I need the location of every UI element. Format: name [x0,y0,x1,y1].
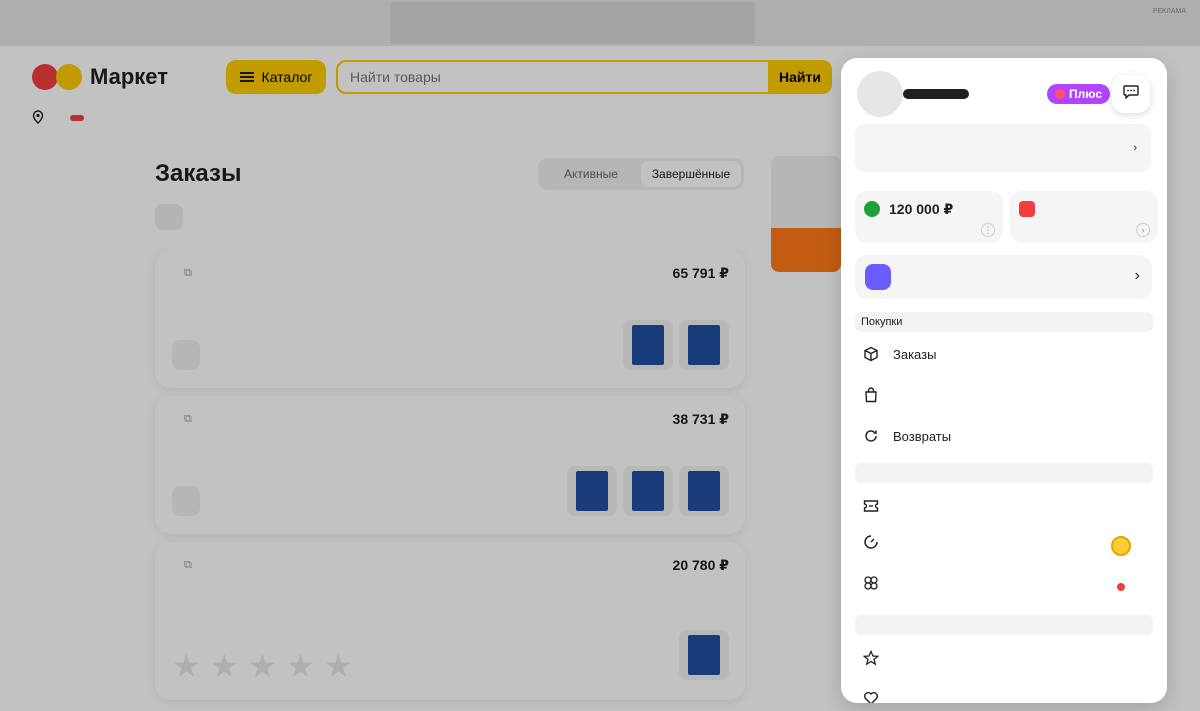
plus-badge[interactable]: Плюс [1047,84,1111,104]
chevron-right-icon: › [1133,142,1137,154]
open-profile-hint[interactable]: › [855,124,1151,172]
split-icon [864,201,880,217]
ticket-icon [861,496,881,516]
wheel-icon [861,532,881,552]
menu-item-orders[interactable]: Заказы [861,344,1151,364]
heart-icon [861,688,881,703]
chevron-right-icon: › [1134,267,1140,284]
chevron-right-icon[interactable]: › [1136,223,1150,237]
section-purchases: Покупки [855,312,1153,332]
plus-label: Плюс [1069,87,1103,101]
avatar[interactable] [857,71,903,117]
yandex-pay-icon [1019,201,1035,217]
box-icon [861,344,881,364]
menu-item-favorite-category[interactable] [861,573,1151,593]
redacted-username [903,89,969,99]
shopping-bag-icon [861,385,881,405]
chat-icon [1123,84,1139,104]
referral-icon [865,264,891,290]
profile-menu-panel: Плюс › 120 000 ₽ ⋮ › › Покупки Заказы Во… [841,58,1167,703]
referral-banner[interactable]: › [855,255,1152,299]
plus-icon [1055,89,1065,99]
menu-item-returns[interactable]: Возвраты [861,426,1151,446]
notification-dot [1117,583,1125,591]
pay-card[interactable]: › [1010,191,1158,243]
menu-label: Заказы [893,346,937,362]
messages-button[interactable] [1112,75,1150,113]
menu-label: Возвраты [893,428,952,444]
info-icon[interactable]: ⋮ [981,223,995,237]
menu-item-prize-wheel[interactable] [861,532,1151,556]
menu-item-reviews[interactable] [861,648,1151,668]
refresh-icon [861,426,881,446]
section-my-market [855,615,1153,635]
split-card[interactable]: 120 000 ₽ ⋮ [855,191,1003,243]
split-value: 120 000 ₽ [889,201,954,217]
menu-item-promocodes[interactable] [861,496,1151,516]
star-outline-icon [861,648,881,668]
coin-icon [1111,536,1131,556]
menu-item-bought[interactable] [861,385,1151,405]
menu-item-favorites[interactable] [861,688,1151,703]
clover-icon [861,573,881,593]
section-benefit [855,463,1153,483]
